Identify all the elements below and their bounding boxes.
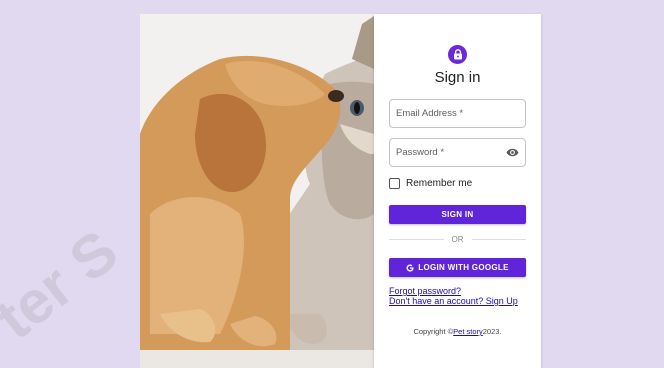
- google-button-label: LOGIN WITH GOOGLE: [418, 263, 509, 272]
- remember-checkbox[interactable]: [389, 177, 400, 189]
- copyright: Copyright ©Pet story2023.: [374, 327, 541, 336]
- remember-me[interactable]: Remember me: [389, 176, 472, 190]
- copyright-prefix: Copyright ©: [413, 327, 454, 336]
- google-icon: [406, 263, 414, 272]
- google-login-button[interactable]: LOGIN WITH GOOGLE: [389, 258, 526, 277]
- forgot-password-link[interactable]: Forgot password?: [389, 286, 461, 296]
- eye-icon[interactable]: [506, 146, 519, 159]
- password-field[interactable]: Password *: [389, 138, 526, 167]
- password-label: Password *: [396, 147, 445, 158]
- divider-line: [471, 238, 526, 240]
- email-label: Email Address *: [396, 108, 464, 119]
- lock-icon: [453, 49, 462, 60]
- email-field[interactable]: Email Address *: [389, 99, 526, 128]
- signin-button[interactable]: SIGN IN: [389, 205, 526, 224]
- signup-link[interactable]: Don't have an account? Sign Up: [389, 296, 518, 306]
- login-page: ter S ce nasa: [0, 0, 664, 368]
- or-divider: OR: [389, 233, 526, 245]
- brand-link[interactable]: Pet story: [453, 327, 483, 336]
- page-title: Sign in: [434, 69, 481, 86]
- watermark: ter S: [0, 217, 130, 352]
- divider-line: [389, 238, 444, 240]
- divider-text: OR: [451, 234, 464, 244]
- copyright-suffix: 2023.: [482, 327, 502, 336]
- signin-button-label: SIGN IN: [441, 210, 474, 219]
- pets-photo: [140, 14, 374, 368]
- remember-label: Remember me: [406, 177, 473, 189]
- signin-card: [374, 14, 541, 368]
- lock-avatar: [448, 45, 467, 64]
